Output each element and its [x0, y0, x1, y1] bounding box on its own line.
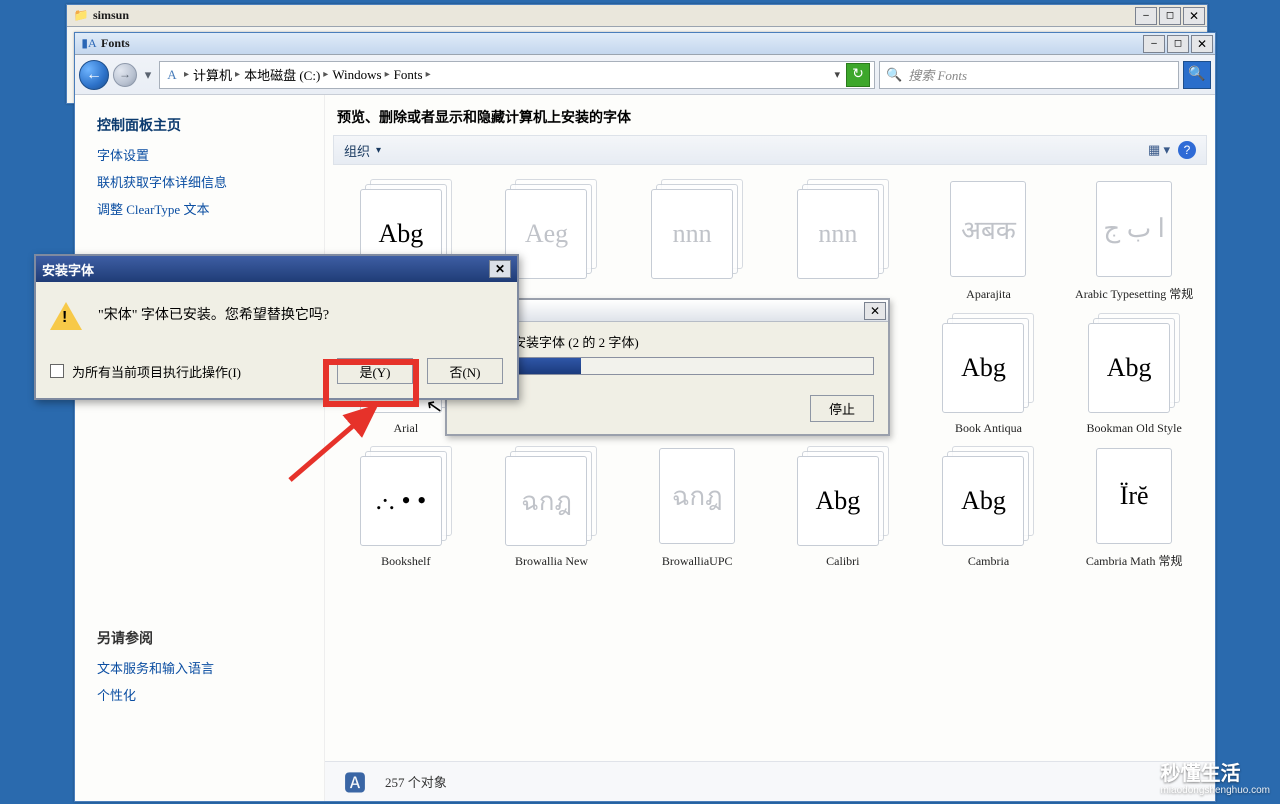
progress-label: 正在安装安装字体 (2 的 2 字体): [461, 332, 874, 351]
simsun-titlebar: 📁 simsun – ◻ ✕: [67, 5, 1207, 27]
help-icon[interactable]: ?: [1178, 141, 1196, 159]
confirm-title: 安装字体: [42, 260, 489, 279]
refresh-button[interactable]: ↻: [846, 63, 870, 87]
font-label: Arial: [394, 421, 419, 437]
font-item[interactable]: ฉกฎBrowallia New: [483, 446, 621, 570]
close-button[interactable]: ✕: [489, 260, 511, 278]
font-label: Cambria Math 常规: [1086, 554, 1183, 570]
chevron-down-icon[interactable]: ▾: [834, 68, 840, 81]
search-icon: 🔍: [886, 67, 902, 83]
crumb-windows[interactable]: Windows: [332, 67, 381, 83]
maximize-button[interactable]: ◻: [1167, 35, 1189, 53]
page-title: 预览、删除或者显示和隐藏计算机上安装的字体: [325, 95, 1215, 135]
content-pane: 预览、删除或者显示和隐藏计算机上安装的字体 组织▾ ▦ ▾ ? AbgAegnn…: [325, 95, 1215, 801]
sidebar-link-personalize[interactable]: 个性化: [97, 685, 320, 704]
font-item[interactable]: अबकAparajita: [920, 179, 1058, 303]
view-icon[interactable]: ▦ ▾: [1148, 142, 1170, 158]
no-button[interactable]: 否(N): [427, 358, 503, 384]
sidebar-head: 控制面板主页: [97, 115, 320, 135]
minimize-button[interactable]: –: [1143, 35, 1165, 53]
chevron-down-icon: ▾: [376, 145, 381, 156]
content-toolbar: 组织▾ ▦ ▾ ?: [333, 135, 1207, 165]
font-item[interactable]: ا ب جArabic Typesetting 常规: [1065, 179, 1203, 303]
sidebar-see-also: 另请参阅: [97, 628, 320, 648]
font-label: Browallia New: [515, 554, 588, 570]
font-item[interactable]: nnn: [774, 179, 912, 303]
font-label: Arabic Typesetting 常规: [1075, 287, 1193, 303]
breadcrumb: ▸计算机 ▸本地磁盘 (C:) ▸Windows ▸Fonts ▸: [184, 65, 830, 84]
yes-button[interactable]: 是(Y): [337, 358, 413, 384]
font-label: Calibri: [826, 554, 859, 570]
confirm-dialog: 安装字体 ✕ "宋体" 字体已安装。您希望替换它吗? 为所有当前项目执行此操作(…: [34, 254, 519, 400]
font-item[interactable]: ÏrĕCambria Math 常规: [1065, 446, 1203, 570]
close-button[interactable]: ✕: [1183, 7, 1205, 25]
status-bar: 🅰 257 个对象: [325, 761, 1215, 801]
font-item[interactable]: nnn: [628, 179, 766, 303]
font-icon: A: [164, 67, 180, 83]
fonts-titlebar: ▮A Fonts – ◻ ✕: [75, 33, 1215, 55]
search-placeholder: 搜索 Fonts: [908, 65, 967, 84]
confirm-titlebar: 安装字体 ✕: [36, 256, 517, 282]
search-go-button[interactable]: 🔍: [1183, 61, 1211, 89]
address-toolbar: ← → ▾ A ▸计算机 ▸本地磁盘 (C:) ▸Windows ▸Fonts …: [75, 55, 1215, 95]
confirm-message: "宋体" 字体已安装。您希望替换它吗?: [98, 300, 329, 324]
nav-history-button[interactable]: ▾: [141, 61, 155, 89]
font-item[interactable]: AbgBookman Old Style: [1065, 313, 1203, 437]
font-item[interactable]: AbgBook Antiqua: [920, 313, 1058, 437]
font-item[interactable]: .∙. • •Bookshelf: [337, 446, 475, 570]
sidebar-link-cleartype[interactable]: 调整 ClearType 文本: [97, 199, 320, 218]
font-item[interactable]: AbgCalibri: [774, 446, 912, 570]
font-label: BrowalliaUPC: [662, 554, 733, 570]
warning-icon: [50, 300, 82, 332]
sidebar: 控制面板主页 字体设置 联机获取字体详细信息 调整 ClearType 文本 另…: [75, 95, 325, 801]
font-folder-icon: ▮A: [81, 36, 97, 52]
fonts-title: Fonts: [101, 36, 1143, 51]
font-label: Cambria: [968, 554, 1009, 570]
apply-all-checkbox[interactable]: [50, 364, 64, 378]
font-label: Book Antiqua: [955, 421, 1022, 437]
font-label: Bookman Old Style: [1086, 421, 1181, 437]
sidebar-link-online[interactable]: 联机获取字体详细信息: [97, 172, 320, 191]
maximize-button[interactable]: ◻: [1159, 7, 1181, 25]
search-input[interactable]: 🔍 搜索 Fonts: [879, 61, 1179, 89]
font-label: Aparajita: [966, 287, 1011, 303]
close-button[interactable]: ✕: [864, 302, 886, 320]
sidebar-link-settings[interactable]: 字体设置: [97, 145, 320, 164]
font-label: Bookshelf: [381, 554, 430, 570]
sidebar-link-textservices[interactable]: 文本服务和输入语言: [97, 658, 320, 677]
font-item[interactable]: AbgCambria: [920, 446, 1058, 570]
minimize-button[interactable]: –: [1135, 7, 1157, 25]
organize-button[interactable]: 组织▾: [344, 141, 381, 160]
progress-bar: [461, 357, 874, 375]
folder-icon: 📁: [73, 8, 89, 24]
stop-button[interactable]: 停止: [810, 395, 874, 422]
font-folder-icon: 🅰: [335, 766, 375, 798]
crumb-computer[interactable]: 计算机: [193, 65, 232, 84]
close-button[interactable]: ✕: [1191, 35, 1213, 53]
simsun-title: simsun: [93, 8, 1135, 23]
status-count: 257 个对象: [385, 772, 447, 791]
nav-forward-button[interactable]: →: [113, 63, 137, 87]
apply-all-label: 为所有当前项目执行此操作(I): [72, 362, 329, 381]
nav-back-button[interactable]: ←: [79, 60, 109, 90]
crumb-fonts[interactable]: Fonts: [394, 67, 423, 83]
crumb-drive[interactable]: 本地磁盘 (C:): [244, 65, 320, 84]
watermark: 秒懂生活 miaodongshenghuo.com: [1160, 763, 1270, 796]
font-item[interactable]: ฉกฎBrowalliaUPC: [628, 446, 766, 570]
address-bar[interactable]: A ▸计算机 ▸本地磁盘 (C:) ▸Windows ▸Fonts ▸ ▾ ↻: [159, 61, 875, 89]
